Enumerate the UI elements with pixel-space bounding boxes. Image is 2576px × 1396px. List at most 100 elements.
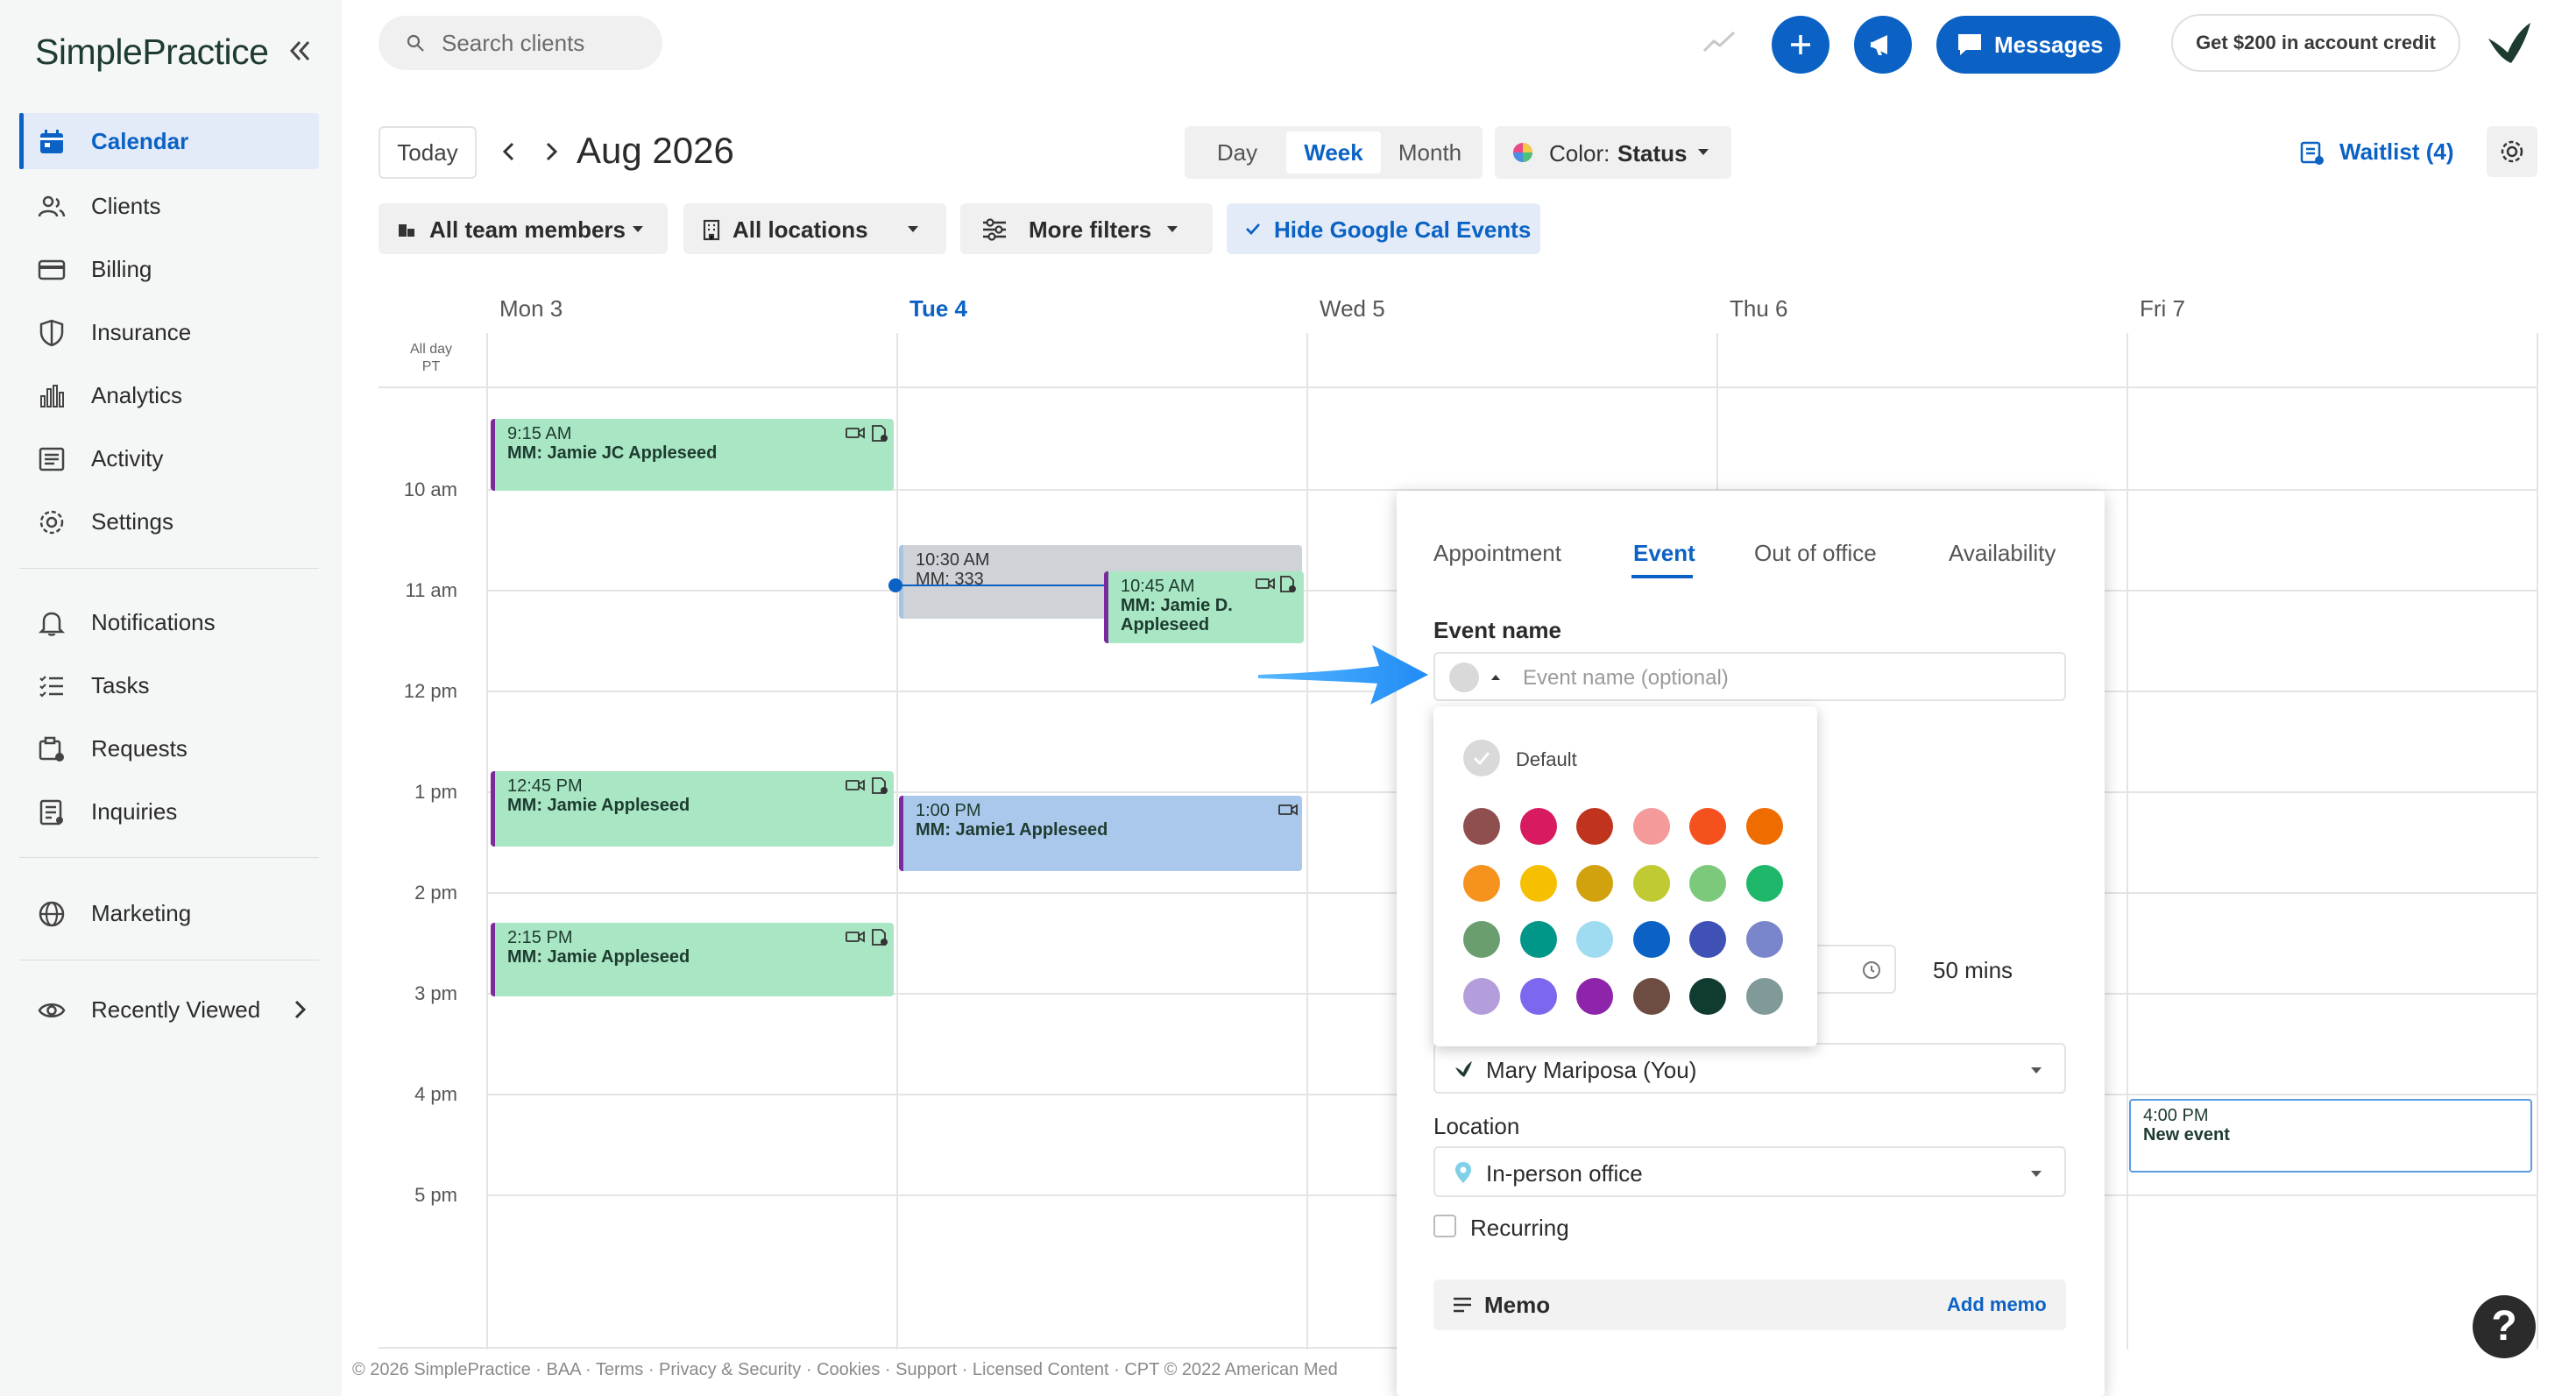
timezone-label: PT [421,359,441,374]
gear-icon [37,507,67,537]
today-button[interactable]: Today [379,126,477,179]
prev-week-icon[interactable] [494,137,524,167]
color-swatch[interactable] [1519,808,1557,845]
grid-divider [2537,333,2538,1350]
color-swatch[interactable] [1576,977,1614,1015]
sidebar-item-marketing[interactable]: Marketing [19,885,319,941]
sidebar-item-recently-viewed[interactable]: Recently Viewed [19,981,319,1038]
profile-avatar[interactable] [2481,16,2536,70]
sidebar-item-clients[interactable]: Clients [19,178,319,234]
tab-event[interactable]: Event [1633,540,1695,567]
appointment-card[interactable]: 1:00 PM MM: Jamie1 Appleseed [899,796,1302,871]
chevron-right-icon [287,997,312,1022]
color-swatch[interactable] [1746,921,1783,959]
appointment-card[interactable]: 12:45 PM MM: Jamie Appleseed [491,771,894,847]
appointment-card[interactable]: 9:15 AM MM: Jamie JC Appleseed [491,419,894,491]
footer-links[interactable]: © 2026 SimplePractice · BAA · Terms · Pr… [352,1360,1395,1380]
collapse-sidebar-icon[interactable] [284,35,315,67]
color-swatch[interactable] [1746,977,1783,1015]
sidebar-item-billing[interactable]: Billing [19,241,319,297]
sidebar-item-calendar[interactable]: Calendar [19,113,319,169]
location-select[interactable]: In-person office [1433,1146,2066,1197]
eye-icon [37,996,67,1025]
view-day[interactable]: Day [1190,131,1284,174]
more-filters-button[interactable]: More filters [960,203,1213,254]
color-swatch[interactable] [1576,808,1614,845]
sidebar-item-requests[interactable]: Requests [19,720,319,776]
color-swatch[interactable] [1463,977,1500,1015]
caret-down-icon [631,224,645,235]
day-header-wed: Wed 5 [1320,295,1385,322]
calendar-icon [37,127,67,157]
next-week-icon[interactable] [536,137,566,167]
color-swatch[interactable] [1632,808,1670,845]
event-name-field[interactable]: Event name (optional) [1433,652,2066,701]
color-swatch[interactable] [1463,864,1500,902]
appointment-time: 9:15 AM [507,424,572,443]
account-credit-button[interactable]: Get $200 in account credit [2171,14,2460,72]
view-week[interactable]: Week [1286,131,1381,174]
sidebar-item-analytics[interactable]: Analytics [19,367,319,423]
hide-google-events-label: Hide Google Cal Events [1274,216,1532,243]
allday-divider [379,386,2538,388]
appointment-time: 2:15 PM [507,928,573,947]
add-button[interactable] [1772,16,1829,74]
new-event-card[interactable]: 4:00 PM New event [2129,1099,2532,1173]
sidebar-divider [19,857,319,858]
sidebar-item-label: Inquiries [91,797,178,825]
color-swatch[interactable] [1576,921,1614,959]
announcements-button[interactable] [1854,16,1912,74]
appointment-card[interactable]: 10:45 AM MM: Jamie D. Appleseed [1104,571,1304,643]
tab-out-of-office[interactable]: Out of office [1754,540,1877,567]
color-swatch[interactable] [1632,921,1670,959]
color-swatch[interactable] [1519,977,1557,1015]
default-color-option[interactable] [1463,740,1500,776]
caret-down-icon [2029,1066,2043,1076]
team-members-filter[interactable]: All team members [379,203,668,254]
add-memo-link[interactable]: Add memo [1947,1293,2047,1316]
color-swatch[interactable] [1746,864,1783,902]
location-pin-icon [1453,1160,1474,1185]
sidebar-item-settings[interactable]: Settings [19,493,319,549]
event-name-label: Event name [1433,617,1561,643]
sidebar-item-notifications[interactable]: Notifications [19,594,319,650]
locations-filter[interactable]: All locations [683,203,946,254]
sidebar-item-inquiries[interactable]: Inquiries [19,783,319,840]
search-icon [405,32,426,53]
color-swatch[interactable] [1689,921,1727,959]
view-month[interactable]: Month [1383,131,1477,174]
sidebar-item-insurance[interactable]: Insurance [19,304,319,360]
color-swatch-button[interactable] [1449,663,1479,692]
sidebar-item-tasks[interactable]: Tasks [19,657,319,713]
appointment-card[interactable]: 2:15 PM MM: Jamie Appleseed [491,923,894,996]
color-swatch[interactable] [1689,977,1727,1015]
color-by-dropdown[interactable]: Color: Status [1495,126,1731,179]
color-swatch[interactable] [1576,864,1614,902]
bell-icon [37,608,67,638]
inquiries-icon [37,797,67,827]
appointment-time: 4:00 PM [2143,1106,2209,1125]
clinician-select[interactable]: Mary Mariposa (You) [1433,1043,2066,1094]
hide-google-events-toggle[interactable]: Hide Google Cal Events [1227,203,1540,254]
messages-button[interactable]: Messages [1936,16,2120,74]
trend-icon[interactable] [1702,28,1737,54]
search-input[interactable]: Search clients [379,16,662,70]
tab-appointment[interactable]: Appointment [1433,540,1561,567]
color-swatch[interactable] [1519,864,1557,902]
caret-down-icon [906,224,920,235]
color-swatch[interactable] [1632,977,1670,1015]
color-swatch[interactable] [1689,808,1727,845]
color-swatch[interactable] [1746,808,1783,845]
calendar-settings-button[interactable] [2487,126,2537,177]
color-swatch[interactable] [1689,864,1727,902]
tab-availability[interactable]: Availability [1949,540,2056,567]
color-swatch[interactable] [1463,808,1500,845]
color-swatch[interactable] [1519,921,1557,959]
recurring-checkbox[interactable] [1433,1215,1456,1237]
help-button[interactable]: ? [2473,1295,2536,1358]
color-swatch[interactable] [1632,864,1670,902]
sidebar-item-activity[interactable]: Activity [19,430,319,486]
color-swatch[interactable] [1463,921,1500,959]
hour-label: 10 am [403,478,457,500]
app-logo[interactable]: SimplePractice [35,32,269,73]
